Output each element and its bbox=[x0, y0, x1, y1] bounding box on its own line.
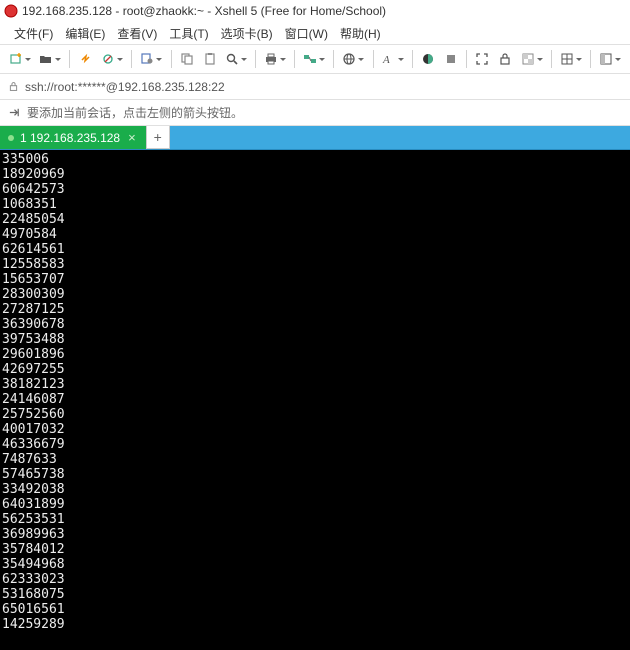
addressbar: ssh://root:******@192.168.235.128:22 bbox=[0, 74, 630, 100]
find-button[interactable] bbox=[222, 48, 250, 70]
reconnect-button[interactable] bbox=[75, 48, 96, 70]
disconnect-button[interactable] bbox=[98, 48, 126, 70]
toolbar-separator bbox=[255, 50, 256, 68]
tip-text: 要添加当前会话，点击左侧的箭头按钮。 bbox=[27, 104, 243, 121]
menu-tools[interactable]: 工具(T) bbox=[163, 23, 214, 44]
layout-button[interactable] bbox=[557, 48, 585, 70]
svg-text:A: A bbox=[382, 54, 390, 66]
tipbar: 要添加当前会话，点击左侧的箭头按钮。 bbox=[0, 100, 630, 126]
tab-active[interactable]: 1 192.168.235.128 × bbox=[0, 126, 146, 149]
new-session-button[interactable] bbox=[6, 48, 34, 70]
lock-button[interactable] bbox=[495, 48, 516, 70]
add-session-icon[interactable] bbox=[8, 106, 21, 119]
toolbar-separator bbox=[171, 50, 172, 68]
toolbar-separator bbox=[131, 50, 132, 68]
tab-add-button[interactable]: + bbox=[146, 126, 170, 149]
menubar: 文件(F) 编辑(E) 查看(V) 工具(T) 选项卡(B) 窗口(W) 帮助(… bbox=[0, 22, 630, 44]
toolbar-separator bbox=[333, 50, 334, 68]
copy-button[interactable] bbox=[176, 48, 197, 70]
menu-window[interactable]: 窗口(W) bbox=[279, 23, 334, 44]
titlebar: 192.168.235.128 - root@zhaokk:~ - Xshell… bbox=[0, 0, 630, 22]
color-scheme-button[interactable] bbox=[418, 48, 439, 70]
terminal[interactable]: 335006 18920969 60642573 1068351 2248505… bbox=[0, 150, 630, 650]
tab-label: 1 192.168.235.128 bbox=[20, 131, 120, 145]
lock-icon bbox=[8, 81, 19, 92]
fullscreen-button[interactable] bbox=[472, 48, 493, 70]
toolbar-separator bbox=[551, 50, 552, 68]
menu-edit[interactable]: 编辑(E) bbox=[59, 23, 111, 44]
open-button[interactable] bbox=[36, 48, 64, 70]
transfer-button[interactable] bbox=[300, 48, 328, 70]
menu-view[interactable]: 查看(V) bbox=[111, 23, 163, 44]
connection-status-icon bbox=[8, 135, 14, 141]
titlebar-text: 192.168.235.128 - root@zhaokk:~ - Xshell… bbox=[22, 4, 386, 18]
transparency-button[interactable] bbox=[517, 48, 545, 70]
font-button[interactable]: A bbox=[379, 48, 407, 70]
properties-button[interactable] bbox=[137, 48, 165, 70]
toolbar-separator bbox=[466, 50, 467, 68]
toolbar-separator bbox=[412, 50, 413, 68]
highlight-button[interactable] bbox=[440, 48, 461, 70]
tabbar: 1 192.168.235.128 × + bbox=[0, 126, 630, 150]
toolbar-separator bbox=[69, 50, 70, 68]
sessions-panel-button[interactable] bbox=[596, 48, 624, 70]
toolbar: A bbox=[0, 44, 630, 74]
menu-help[interactable]: 帮助(H) bbox=[334, 23, 387, 44]
print-button[interactable] bbox=[261, 48, 289, 70]
globe-button[interactable] bbox=[339, 48, 367, 70]
paste-button[interactable] bbox=[199, 48, 220, 70]
toolbar-separator bbox=[373, 50, 374, 68]
menu-tabs[interactable]: 选项卡(B) bbox=[215, 23, 279, 44]
address-text[interactable]: ssh://root:******@192.168.235.128:22 bbox=[25, 80, 225, 94]
toolbar-separator bbox=[590, 50, 591, 68]
menu-file[interactable]: 文件(F) bbox=[8, 23, 59, 44]
app-icon bbox=[4, 4, 18, 18]
toolbar-separator bbox=[294, 50, 295, 68]
tab-close-button[interactable]: × bbox=[126, 130, 138, 145]
